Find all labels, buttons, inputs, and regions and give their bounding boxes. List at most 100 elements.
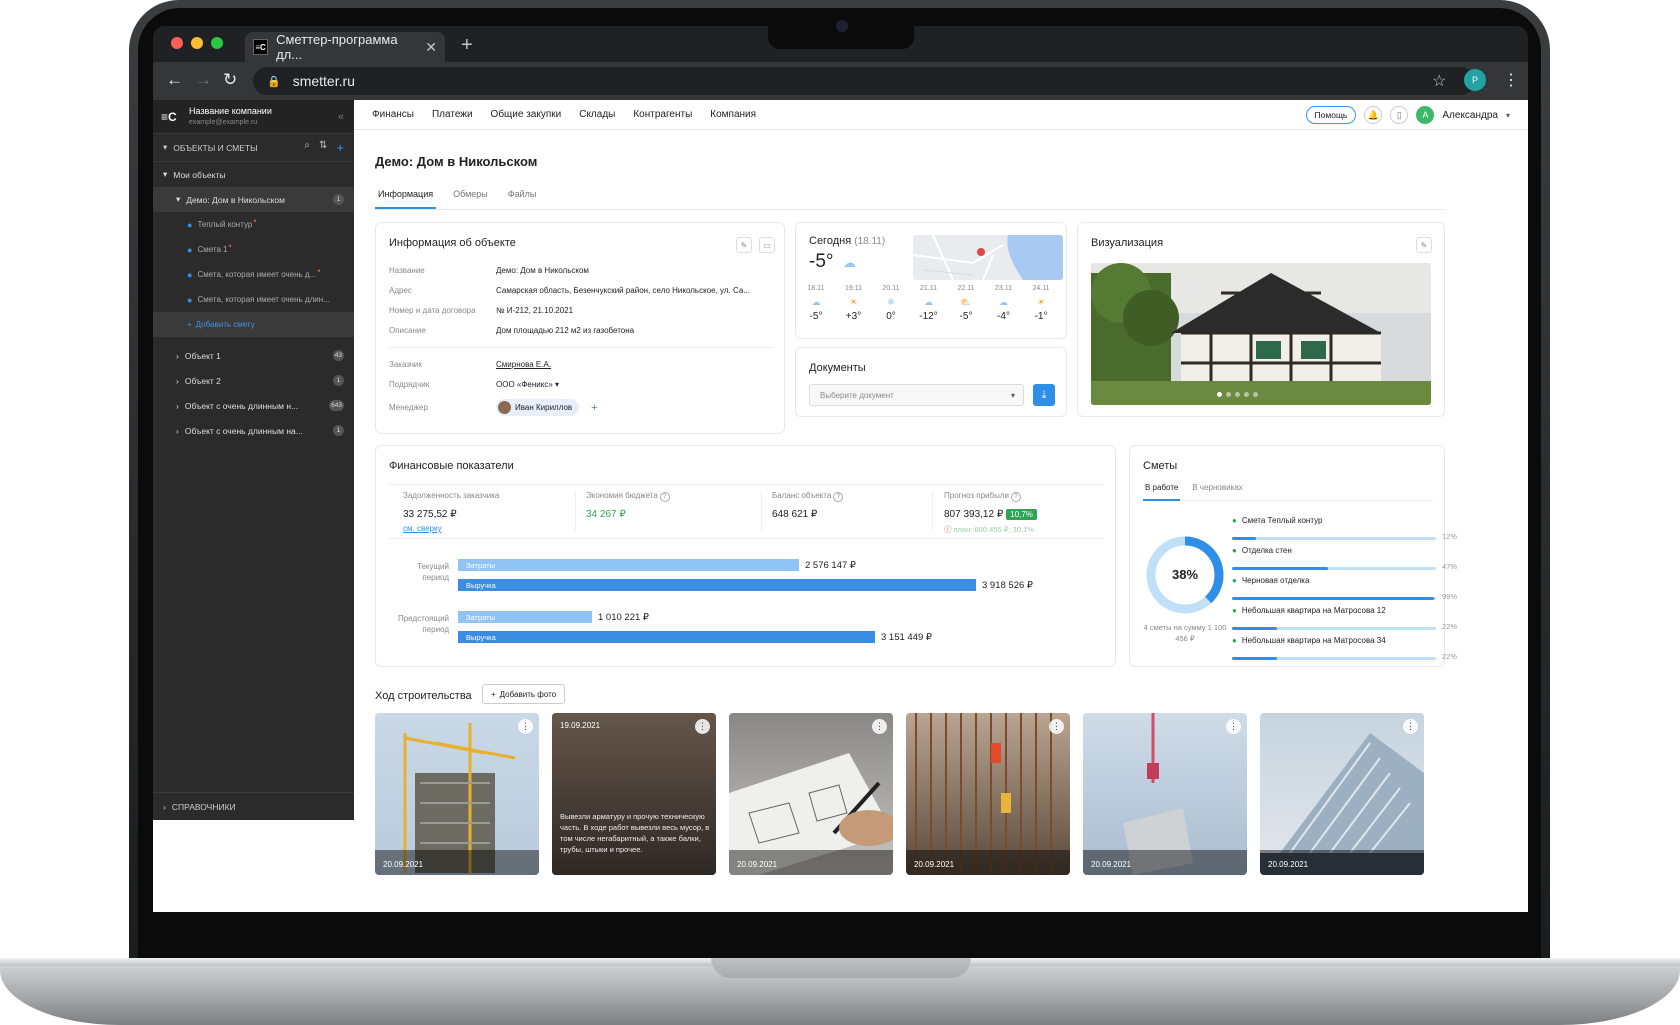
sidebar-item-my-objects[interactable]: ▾ Мои объекты <box>153 162 354 187</box>
revenue-bar[interactable]: Выручка <box>458 631 875 643</box>
plan-warning: ⓘ план: 800 455 ₽; 30,1% <box>944 525 1034 534</box>
smeta-item[interactable]: Небольшая квартира на Матросова 34 22% <box>1232 636 1457 662</box>
minimize-window-button[interactable] <box>191 37 203 49</box>
forecast-date: 22.11 <box>957 285 975 292</box>
filter-icon[interactable]: ⇅ <box>319 140 327 155</box>
back-icon[interactable]: ← <box>166 70 183 90</box>
house-image[interactable] <box>1091 263 1431 405</box>
progress-title: Ход строительства <box>375 690 472 702</box>
edit-icon[interactable]: ✎ <box>1416 237 1432 253</box>
tab-drafts[interactable]: В черновиках <box>1192 483 1242 500</box>
photo-card[interactable]: ⋮ 20.09.2021 <box>1260 713 1424 875</box>
reload-icon[interactable]: ↻ <box>223 70 237 90</box>
nav-item-finance[interactable]: Финансы <box>372 109 414 120</box>
reconciliation-link[interactable]: см. сверку <box>403 524 442 533</box>
manager-chip[interactable]: Иван Кириллов <box>496 399 580 416</box>
address-bar[interactable]: 🔒 smetter.ru <box>253 67 1475 95</box>
search-icon[interactable]: ⌕ <box>304 140 310 155</box>
photo-card[interactable]: ⋮ 20.09.2021 <box>1083 713 1247 875</box>
browser-tab[interactable]: ≡C Сметтер-программа дл... ✕ <box>245 32 445 62</box>
bookmark-star-icon[interactable]: ☆ <box>1432 71 1446 91</box>
tab-files[interactable]: Файлы <box>505 186 540 209</box>
more-icon[interactable]: ⋮ <box>1049 719 1064 734</box>
sidebar-item-label: Демо: Дом в Никольском <box>186 194 285 205</box>
maximize-window-button[interactable] <box>211 37 223 49</box>
photo-card[interactable]: ⋮ 20.09.2021 <box>906 713 1070 875</box>
new-tab-icon[interactable]: + <box>461 34 473 57</box>
sidebar-item-object[interactable]: › Объект 1 43 <box>153 343 354 368</box>
forecast-temp: -12° <box>919 311 938 322</box>
references-section[interactable]: › СПРАВОЧНИКИ <box>153 792 354 820</box>
photo-card[interactable]: ⋮ 20.09.2021 <box>729 713 893 875</box>
profile-avatar[interactable]: Р <box>1464 69 1486 91</box>
carousel-dots[interactable] <box>1217 392 1258 397</box>
forward-icon[interactable]: → <box>195 70 212 90</box>
more-icon[interactable]: ⋮ <box>518 719 533 734</box>
collapse-sidebar-icon[interactable]: « <box>338 111 344 123</box>
sidebar-item-object[interactable]: › Объект 2 1 <box>153 368 354 393</box>
sidebar-item-label: Смета 1 <box>197 245 228 254</box>
sidebar-subitem[interactable]: ● Теплый контур • <box>153 212 354 237</box>
forecast-temp: 0° <box>886 311 896 322</box>
more-icon[interactable]: ⋮ <box>1403 719 1418 734</box>
sidebar-item-object[interactable]: › Объект с очень длинным на... 1 <box>153 418 354 443</box>
chevron-down-icon[interactable]: ▾ <box>1506 111 1510 120</box>
sidebar-subitem[interactable]: ● Смета, которая имеет очень д... • <box>153 262 354 287</box>
customer-link[interactable]: Смирнова Е.А. <box>496 360 551 369</box>
browser-menu-icon[interactable]: ⋮ <box>1503 70 1519 90</box>
contractor-select[interactable]: ООО «Феникс» ▾ <box>496 380 559 389</box>
add-manager-icon[interactable]: + <box>591 402 597 414</box>
nav-item-purchases[interactable]: Общие закупки <box>491 109 562 120</box>
photo-card[interactable]: ⋮ 20.09.2021 <box>375 713 539 875</box>
smeta-percent: 22% <box>1441 622 1457 631</box>
costs-bar[interactable]: Затраты <box>458 611 592 623</box>
smeta-item[interactable]: Смета Теплый контур 12% <box>1232 516 1457 542</box>
smeta-item[interactable]: Черновая отделка 99% <box>1232 576 1457 602</box>
close-tab-icon[interactable]: ✕ <box>425 39 437 56</box>
nav-item-payments[interactable]: Платежи <box>432 109 473 120</box>
sidebar-item-active-object[interactable]: ▾ Демо: Дом в Никольском 1 <box>153 187 354 212</box>
costs-bar[interactable]: Затраты <box>458 559 799 571</box>
browser-toolbar: ← → ↻ 🔒 smetter.ru ☆ Р ⋮ <box>153 62 1528 100</box>
weather-map[interactable] <box>913 235 1063 280</box>
help-button[interactable]: Помощь <box>1305 106 1357 124</box>
tab-in-work[interactable]: В работе <box>1143 483 1181 501</box>
edit-icon[interactable]: ✎ <box>736 237 752 253</box>
tab-info[interactable]: Информация <box>375 186 437 209</box>
company-info[interactable]: Название компании example@example.ru <box>189 106 272 128</box>
add-smeta-link[interactable]: + Добавить смету <box>153 312 354 337</box>
nav-item-contractors[interactable]: Контрагенты <box>633 109 692 120</box>
nav-item-company[interactable]: Компания <box>710 109 756 120</box>
smeta-label: Смета Теплый контур <box>1232 516 1457 525</box>
smeta-percent: 47% <box>1441 562 1457 571</box>
archive-icon[interactable]: ▭ <box>759 237 775 253</box>
forecast-date: 18.11 <box>807 285 825 292</box>
forecast-temp: -5° <box>959 311 973 322</box>
sidebar-item-object[interactable]: › Объект с очень длинным н... 643 <box>153 393 354 418</box>
nav-item-warehouses[interactable]: Склады <box>579 109 615 120</box>
tab-measurements[interactable]: Обмеры <box>450 186 491 209</box>
smeta-item[interactable]: Небольшая квартира на Матросова 12 22% <box>1232 606 1457 632</box>
more-icon[interactable]: ⋮ <box>1226 719 1241 734</box>
more-icon[interactable]: ⋮ <box>695 719 710 734</box>
caret-right-icon: › <box>176 375 179 386</box>
sidebar-subitem[interactable]: ● Смета 1 • <box>153 237 354 262</box>
sun-icon: ☀ <box>1036 297 1046 307</box>
document-select[interactable]: Выберите документ ▾ <box>809 384 1024 406</box>
app: ≡C Название компании example@example.ru … <box>153 100 1528 912</box>
revenue-bar[interactable]: Выручка <box>458 579 976 591</box>
mobile-icon[interactable]: ▯ <box>1390 106 1409 124</box>
close-window-button[interactable] <box>171 37 183 49</box>
smeta-item[interactable]: Отделка стен 47% <box>1232 546 1457 572</box>
user-avatar[interactable]: А <box>1416 106 1435 124</box>
user-name[interactable]: Александра <box>1442 110 1498 121</box>
add-photo-button[interactable]: + Добавить фото <box>482 684 566 704</box>
more-icon[interactable]: ⋮ <box>872 719 887 734</box>
objects-section-header[interactable]: ▾ ОБЪЕКТЫ И СМЕТЫ ⌕ ⇅ + <box>153 134 354 162</box>
photo-card[interactable]: 19.09.2021 ⋮ Вывезли арматуру и прочую т… <box>552 713 716 875</box>
download-button[interactable]: ⤓ <box>1033 384 1055 406</box>
sidebar-subitem[interactable]: ● Смета, которая имеет очень длин... <box>153 287 354 312</box>
bell-icon[interactable]: 🔔 <box>1364 106 1383 124</box>
add-icon[interactable]: + <box>336 140 344 155</box>
page-title: Демо: Дом в Никольском <box>375 154 538 169</box>
